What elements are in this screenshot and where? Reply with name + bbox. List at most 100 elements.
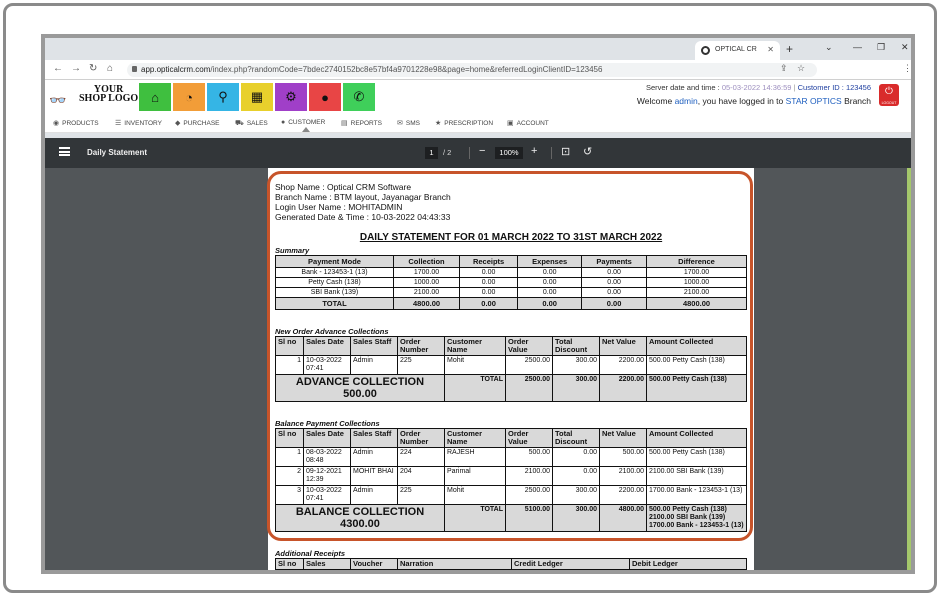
page-total: / 2 [443, 148, 452, 157]
search-icon: ⚲ [218, 89, 228, 104]
welcome-pre: Welcome [636, 96, 673, 106]
share-icon[interactable]: ⇪ [780, 63, 788, 74]
welcome-text: Welcome admin, you have logged in to STA… [637, 96, 871, 106]
server-datetime: 05-03-2022 14:36:59 [721, 83, 792, 92]
url-host: app.opticalcrm.com [141, 65, 211, 74]
hamburger-icon[interactable] [59, 147, 70, 156]
whatsapp-tile-button[interactable]: ✆ [343, 83, 375, 111]
rotate-icon[interactable]: ↺ [583, 145, 592, 158]
active-menu-caret [302, 127, 310, 132]
col-header: Sales [303, 558, 351, 570]
grid-icon: ▦ [250, 89, 264, 104]
menu-label: PRESCRIPTION [444, 120, 494, 127]
url-path: /index.php?randomCode=7bdec2740152bc8e57… [210, 65, 603, 74]
browser-window: OPTICAL CR ✕ + ⌄ — ❐ ✕ ← → ↻ ⌂ app.optic… [41, 34, 915, 574]
user-icon: ● [321, 89, 329, 105]
additional-table: Sl no Sales Voucher Narration Credit Led… [275, 558, 747, 570]
address-bar: ← → ↻ ⌂ app.opticalcrm.com/index.php?ran… [45, 60, 911, 80]
col-header: Debit Ledger [629, 558, 747, 570]
minimize-icon[interactable]: — [853, 42, 862, 52]
toolbar-separator [469, 147, 470, 159]
fit-page-icon[interactable]: ⊡ [561, 145, 570, 158]
gear-icon: ⚙ [285, 89, 297, 104]
menu-account[interactable]: ▣ ACCOUNT [507, 119, 549, 127]
menu-customer[interactable]: ● CUSTOMER [281, 119, 325, 126]
menu-label: SMS [405, 120, 420, 127]
dashboard-tile-button[interactable]: ◔ [173, 83, 205, 111]
col-header: Voucher [350, 558, 398, 570]
scrollbar-strip[interactable] [907, 168, 911, 570]
menu-label: PRODUCTS [62, 120, 99, 127]
zoom-out-icon[interactable]: − [479, 145, 485, 157]
browser-menu-icon[interactable]: ⋮ [903, 63, 911, 74]
tab-list-chevron-icon[interactable]: ⌄ [825, 42, 833, 53]
cart-icon: ⛟ [235, 120, 244, 127]
tab-title: OPTICAL CR [715, 46, 757, 53]
logo-line2: SHOP LOGO [79, 93, 139, 104]
pdf-toolbar: Daily Statement 1 / 2 − 100% + ⊡ ↺ [45, 138, 911, 168]
logout-label: LOGOUT [881, 101, 897, 105]
bookmark-star-icon[interactable]: ☆ [797, 63, 805, 74]
whatsapp-icon: ✆ [353, 89, 365, 104]
user-tile-button[interactable]: ● [309, 83, 341, 111]
forward-icon[interactable]: → [71, 63, 81, 74]
star-icon: ★ [435, 120, 442, 127]
dashboard-icon: ◔ [185, 89, 193, 105]
pdf-title: Daily Statement [87, 148, 148, 157]
url-field[interactable]: app.opticalcrm.com/index.php?randomCode=… [127, 63, 817, 77]
grid-tile-button[interactable]: ▦ [241, 83, 273, 111]
settings-tile-button[interactable]: ⚙ [275, 83, 307, 111]
highlight-outline [267, 171, 753, 541]
app-header: 👓 YOUR SHOP LOGO ⌂ ◔ ⚲ ▦ ⚙ ● ✆ Server da… [45, 80, 911, 113]
menu-inventory[interactable]: ☰ INVENTORY [115, 119, 162, 127]
menu-purchase[interactable]: ◆ PURCHASE [175, 119, 220, 127]
menu-reports[interactable]: ▤ REPORTS [341, 119, 382, 127]
zoom-input[interactable]: 100% [495, 147, 523, 159]
menu-label: REPORTS [350, 120, 382, 127]
power-icon: ⏻ [885, 86, 893, 97]
maximize-icon[interactable]: ❐ [877, 42, 885, 53]
toolbar-separator [551, 147, 552, 159]
search-tile-button[interactable]: ⚲ [207, 83, 239, 111]
menu-products[interactable]: ◉ PRODUCTS [53, 119, 99, 127]
home-nav-icon[interactable]: ⌂ [107, 63, 113, 74]
window-close-icon[interactable]: ✕ [901, 42, 909, 53]
server-info: Server date and time : 05-03-2022 14:36:… [645, 83, 871, 92]
list-icon: ☰ [115, 120, 122, 127]
home-tile-button[interactable]: ⌂ [139, 83, 171, 111]
user-small-icon: ● [281, 119, 286, 126]
report-icon: ▤ [341, 120, 348, 127]
menu-label: PURCHASE [183, 120, 220, 127]
welcome-mid: , you have logged in to [697, 96, 784, 106]
tab-favicon-icon [701, 46, 710, 55]
glasses-icon: 👓 [49, 92, 67, 108]
shop-logo[interactable]: 👓 YOUR SHOP LOGO [47, 83, 139, 111]
tab-bar: OPTICAL CR ✕ + ⌄ — ❐ ✕ [45, 38, 911, 60]
reload-icon[interactable]: ↻ [89, 63, 97, 74]
zoom-in-icon[interactable]: + [531, 145, 537, 157]
tab-close-icon[interactable]: ✕ [767, 45, 774, 54]
welcome-user: admin [674, 96, 698, 106]
box-icon: ◉ [53, 120, 60, 127]
menu-label: CUSTOMER [288, 119, 326, 126]
menu-label: SALES [246, 120, 268, 127]
menu-label: INVENTORY [124, 120, 162, 127]
customer-id: Customer ID : 123456 [797, 83, 871, 92]
device-frame: OPTICAL CR ✕ + ⌄ — ❐ ✕ ← → ↻ ⌂ app.optic… [3, 3, 937, 593]
welcome-post: Branch [844, 96, 871, 106]
main-menu: ◉ PRODUCTS ☰ INVENTORY ◆ PURCHASE ⛟ SALES ● C… [45, 113, 911, 133]
menu-label: ACCOUNT [516, 120, 549, 127]
new-tab-icon[interactable]: + [786, 42, 793, 56]
browser-tab[interactable]: OPTICAL CR ✕ [695, 41, 780, 60]
home-icon: ⌂ [151, 89, 159, 105]
col-header: Sl no [275, 558, 304, 570]
back-icon[interactable]: ← [53, 63, 63, 74]
chat-icon: ✉ [397, 120, 403, 127]
logout-button[interactable]: ⏻ LOGOUT [879, 84, 899, 106]
menu-prescription[interactable]: ★ PRESCRIPTION [435, 119, 493, 127]
tag-icon: ◆ [175, 120, 181, 127]
server-label: Server date and time : [645, 83, 720, 92]
page-number-input[interactable]: 1 [425, 147, 438, 159]
menu-sales[interactable]: ⛟ SALES [235, 119, 268, 128]
menu-sms[interactable]: ✉ SMS [397, 119, 420, 127]
